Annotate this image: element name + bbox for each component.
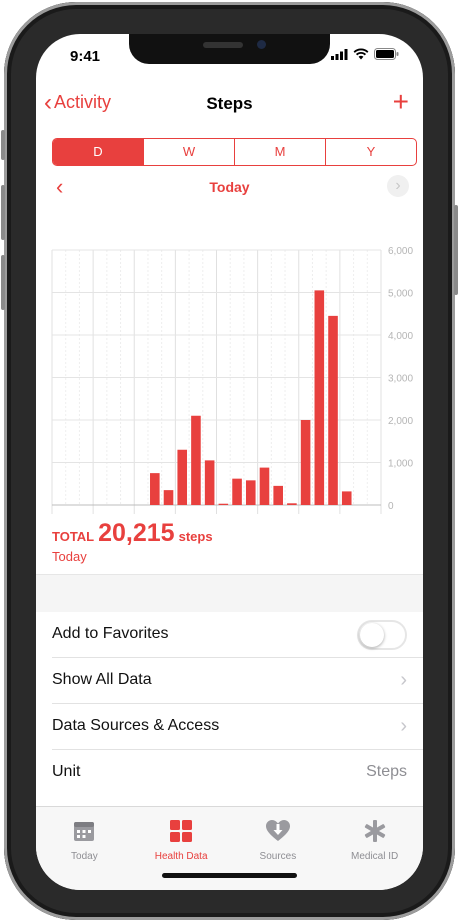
chart-bar: [314, 290, 325, 505]
unit-row[interactable]: Unit Steps: [36, 750, 423, 796]
asterisk-icon: [364, 820, 385, 842]
volume-up-button: [1, 185, 5, 240]
chevron-right-icon: ›: [400, 669, 407, 691]
chart-bar: [341, 491, 352, 505]
steps-bar-chart: 6,0005,0004,0003,0002,0001,000012 A36912…: [51, 246, 413, 514]
total-period: Today: [52, 549, 87, 564]
add-to-favorites-row: Add to Favorites: [36, 612, 423, 658]
page-title: Steps: [206, 94, 253, 113]
chart-bar: [232, 478, 242, 505]
date-label: Today: [209, 179, 250, 195]
status-time: 9:41: [70, 48, 101, 65]
segment-month[interactable]: M: [235, 139, 326, 165]
tab-medical-id[interactable]: Medical ID: [326, 807, 423, 890]
tab-label-today: Today: [71, 851, 98, 862]
chart-bar: [204, 460, 215, 505]
next-day-button[interactable]: ›: [387, 175, 409, 197]
total-value: 20,215: [98, 519, 175, 547]
segment-day[interactable]: D: [53, 139, 144, 165]
volume-down-button: [1, 255, 5, 310]
power-button: [454, 205, 458, 295]
tab-label-medical-id: Medical ID: [351, 851, 399, 862]
date-navigator: ‹ Today ›: [36, 175, 423, 201]
tab-label-health-data: Health Data: [154, 851, 208, 862]
y-tick-label: 1,000: [388, 459, 413, 470]
front-camera: [257, 40, 266, 49]
show-all-data-label: Show All Data: [52, 671, 152, 688]
mute-switch: [1, 130, 5, 160]
calendar-icon: [74, 822, 95, 841]
data-sources-access-row[interactable]: Data Sources & Access ›: [36, 704, 423, 750]
wifi-icon: [353, 48, 369, 60]
chevron-right-icon: ›: [400, 715, 407, 737]
battery-icon: [374, 48, 399, 60]
y-tick-label: 3,000: [388, 374, 413, 385]
segment-year[interactable]: Y: [326, 139, 416, 165]
time-range-segmented-control: D W M Y: [52, 138, 417, 166]
favorites-toggle[interactable]: [357, 620, 407, 650]
y-tick-label: 0: [388, 501, 394, 512]
tab-label-sources: Sources: [259, 851, 297, 862]
status-icons: [331, 48, 399, 60]
add-data-button[interactable]: +: [393, 86, 409, 118]
cellular-signal-icon: [331, 48, 348, 60]
total-summary: TOTAL 20,215 steps: [52, 519, 213, 548]
navigation-bar: ‹ Activity Steps +: [36, 86, 423, 126]
grid-icon: [170, 820, 193, 842]
section-separator: [36, 574, 423, 614]
tab-today[interactable]: Today: [36, 807, 133, 890]
show-all-data-row[interactable]: Show All Data ›: [36, 658, 423, 704]
chart-bar: [191, 415, 201, 505]
chart-bar: [163, 490, 174, 505]
y-tick-label: 2,000: [388, 416, 413, 427]
chart-bar: [273, 485, 283, 505]
y-tick-label: 4,000: [388, 331, 413, 342]
y-tick-label: 6,000: [388, 246, 413, 257]
screen: 9:41 ‹ Activity Steps + D W M Y ‹ Today …: [36, 34, 423, 890]
chart-bar: [177, 449, 188, 505]
speaker: [203, 42, 243, 48]
total-label: TOTAL: [52, 529, 95, 544]
add-to-favorites-label: Add to Favorites: [52, 625, 169, 642]
chart-bar: [150, 473, 160, 505]
toggle-knob: [360, 623, 384, 647]
notch: [129, 34, 330, 64]
home-indicator: [162, 873, 297, 878]
chart-bar: [300, 420, 311, 505]
unit-label: Unit: [52, 763, 81, 780]
chart-bar: [287, 503, 297, 505]
total-unit: steps: [178, 529, 213, 544]
y-tick-label: 5,000: [388, 289, 413, 300]
chart-bar: [259, 467, 270, 505]
chart-bar: [328, 315, 338, 505]
heart-download-icon: [265, 820, 290, 841]
segment-week[interactable]: W: [144, 139, 235, 165]
chart-bar: [245, 480, 256, 505]
data-sources-access-label: Data Sources & Access: [52, 717, 220, 734]
unit-value: Steps: [366, 763, 407, 780]
chart-bar: [218, 503, 229, 505]
